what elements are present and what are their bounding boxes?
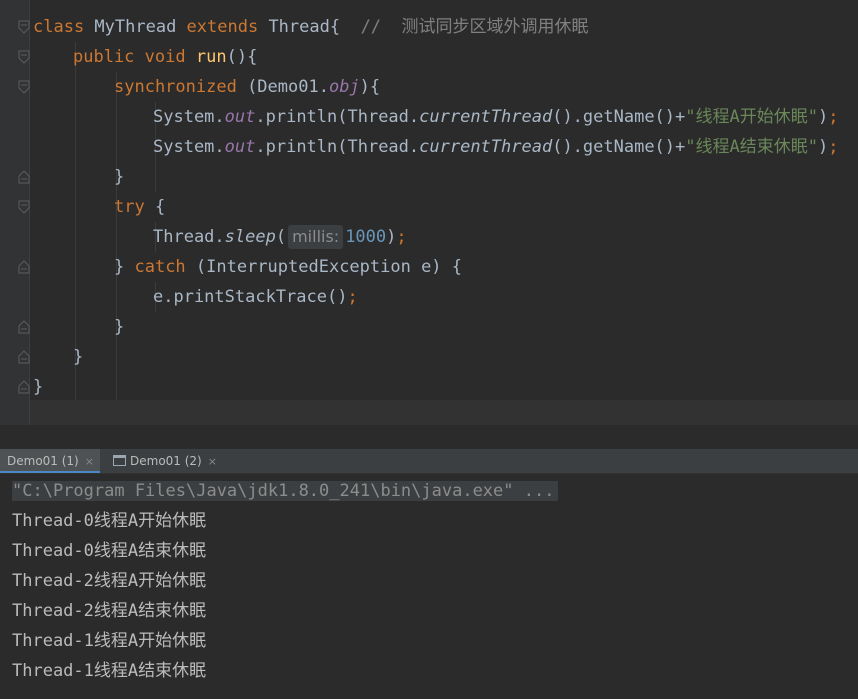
code-line: Thread.sleep(millis: 1000);: [153, 222, 407, 252]
code-token: 1000: [345, 227, 387, 247]
code-token: synchronized: [114, 77, 237, 97]
code-token: run: [195, 47, 227, 67]
code-token: Thread{: [258, 17, 361, 37]
code-token: System.: [153, 137, 225, 157]
code-token: ): [386, 227, 397, 247]
code-token: (Demo01.: [236, 77, 329, 97]
code-token: {: [144, 197, 166, 217]
code-token: ;: [396, 227, 407, 247]
tab-label: Demo01 (2): [130, 454, 202, 468]
fold-marker-icon[interactable]: [17, 80, 31, 94]
code-token: .println(Thread.: [255, 137, 420, 157]
console-output-line: Thread-1线程A开始休眠: [12, 631, 207, 651]
fold-marker-icon[interactable]: [17, 20, 31, 34]
console-output-line: Thread-0线程A开始休眠: [12, 511, 207, 531]
run-console[interactable]: "C:\Program Files\Java\jdk1.8.0_241\bin\…: [0, 474, 858, 699]
code-token: Thread.: [153, 227, 225, 247]
code-token: }: [73, 347, 84, 367]
code-line: }: [73, 342, 83, 372]
code-token: "线程A开始休眠": [685, 107, 818, 127]
fold-marker-icon[interactable]: [17, 350, 31, 364]
code-token: extends: [186, 17, 259, 37]
code-token: ;: [828, 107, 839, 127]
fold-marker-icon[interactable]: [17, 320, 31, 334]
fold-marker-icon[interactable]: [17, 170, 31, 184]
current-line-highlight: [30, 400, 858, 425]
code-line: }: [114, 162, 124, 192]
code-line: try {: [114, 192, 165, 222]
code-token: ().getName()+: [552, 107, 686, 127]
code-line: e.printStackTrace();: [153, 282, 358, 312]
code-line: } catch (InterruptedException e) {: [114, 252, 462, 282]
fold-marker-icon[interactable]: [17, 200, 31, 214]
code-token: ;: [828, 137, 839, 157]
code-token: MyThread: [84, 17, 187, 37]
code-line: synchronized (Demo01.obj){: [114, 72, 380, 102]
code-line: System.out.println(Thread.currentThread(…: [153, 102, 838, 132]
console-output-line: Thread-1线程A结束休眠: [12, 661, 207, 681]
code-token: }: [33, 377, 44, 397]
code-token: ){: [359, 77, 381, 97]
code-token: ): [817, 107, 829, 127]
code-line: public void run(){: [73, 42, 257, 72]
code-token: catch: [134, 257, 186, 277]
fold-marker-icon[interactable]: [17, 260, 31, 274]
run-tabs-bar: Demo01 (1) × Demo01 (2) ×: [0, 449, 858, 474]
code-line: }: [33, 372, 43, 402]
code-token: }: [114, 317, 125, 337]
code-token: out: [224, 137, 256, 157]
parameter-hint: millis:: [288, 225, 344, 249]
console-icon: [113, 455, 126, 466]
code-token: }: [114, 257, 135, 277]
console-command-line: "C:\Program Files\Java\jdk1.8.0_241\bin\…: [12, 476, 559, 506]
code-token: ().getName()+: [552, 137, 686, 157]
code-token: // 测试同步区域外调用休眠: [360, 17, 589, 37]
code-line: System.out.println(Thread.currentThread(…: [153, 132, 838, 162]
close-icon[interactable]: ×: [208, 455, 217, 468]
code-token: void: [144, 47, 186, 67]
indent-guide: [116, 72, 117, 412]
console-output-line: Thread-0线程A结束休眠: [12, 541, 207, 561]
code-token: ;: [347, 287, 358, 307]
code-line: }: [114, 312, 124, 342]
tab-label: Demo01 (1): [7, 454, 79, 468]
code-token: out: [224, 107, 256, 127]
tab-demo01-2[interactable]: Demo01 (2) ×: [113, 449, 228, 473]
code-token: "线程A结束休眠": [685, 137, 818, 157]
code-line: class MyThread extends Thread{ // 测试同步区域…: [33, 12, 589, 42]
close-icon[interactable]: ×: [85, 455, 94, 468]
code-token: e.printStackTrace(): [153, 287, 348, 307]
console-output-line: Thread-2线程A结束休眠: [12, 601, 207, 621]
code-token: System.: [153, 107, 225, 127]
code-token: }: [114, 167, 125, 187]
tab-demo01-1[interactable]: Demo01 (1) ×: [0, 449, 100, 473]
code-token: (){: [226, 47, 258, 67]
code-token: public: [73, 47, 135, 67]
fold-marker-icon[interactable]: [17, 50, 31, 64]
code-token: (: [275, 227, 287, 247]
code-token: try: [114, 197, 145, 217]
console-output-line: Thread-2线程A开始休眠: [12, 571, 207, 591]
code-token: ): [817, 137, 829, 157]
code-token: currentThread: [419, 137, 553, 157]
code-editor[interactable]: class MyThread extends Thread{ // 测试同步区域…: [0, 0, 858, 425]
code-token: class: [33, 17, 85, 37]
code-token: (InterruptedException e) {: [185, 257, 463, 277]
code-token: obj: [328, 77, 360, 97]
code-token: sleep: [224, 227, 276, 247]
code-token: .println(Thread.: [255, 107, 420, 127]
fold-marker-icon[interactable]: [17, 380, 31, 394]
editor-gutter: [0, 0, 30, 425]
code-token: currentThread: [419, 107, 553, 127]
